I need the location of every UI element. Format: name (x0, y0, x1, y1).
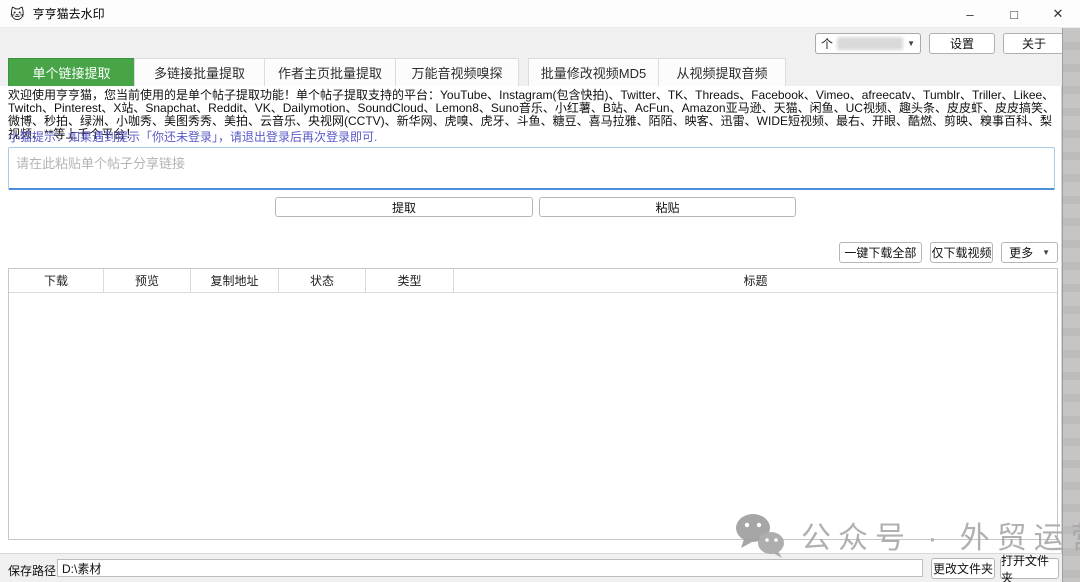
column-header-copy-address: 复制地址 (191, 269, 279, 292)
minimize-button[interactable]: – (948, 0, 992, 28)
title-bar: 🐱 亨亨猫去水印 – □ ✕ (0, 0, 1080, 28)
change-folder-button[interactable]: 更改文件夹 (931, 558, 995, 579)
window-controls: – □ ✕ (948, 0, 1080, 28)
tab-extract-audio-from-video[interactable]: 从视频提取音频 (658, 58, 786, 86)
open-folder-button[interactable]: 打开文件夹 (1000, 558, 1059, 579)
save-path-input[interactable] (57, 559, 923, 577)
extract-button[interactable]: 提取 (275, 197, 533, 217)
tab-gap (519, 58, 528, 86)
redacted-text (837, 37, 903, 50)
close-button[interactable]: ✕ (1036, 0, 1080, 28)
maximize-button[interactable]: □ (992, 0, 1036, 28)
column-header-download: 下载 (9, 269, 104, 292)
paste-button[interactable]: 粘贴 (539, 197, 796, 217)
more-dropdown-button[interactable]: 更多 ▼ (1001, 242, 1058, 263)
results-table: 下载 预览 复制地址 状态 类型 标题 (8, 268, 1058, 540)
download-video-only-button[interactable]: 仅下载视频 (930, 242, 994, 263)
tab-bar: 单个链接提取 多链接批量提取 作者主页批量提取 万能音视频嗅探 批量修改视频MD… (0, 58, 1062, 86)
account-dropdown[interactable]: 个 ▼ (815, 33, 921, 54)
cat-icon: 🐱 (10, 7, 25, 21)
tab-author-homepage-batch-extract[interactable]: 作者主页批量提取 (264, 58, 396, 86)
tab-multi-link-batch-extract[interactable]: 多链接批量提取 (134, 58, 265, 86)
settings-button[interactable]: 设置 (929, 33, 995, 54)
column-header-status: 状态 (279, 269, 366, 292)
column-header-title: 标题 (454, 269, 1057, 292)
footer-bar: 保存路径: 更改文件夹 打开文件夹 (0, 553, 1062, 582)
hint-text: 小猫提示：如果遇到提示「你还未登录」，请退出登录后再次登录即可. (8, 128, 377, 145)
download-actions-row: 一键下载全部 仅下载视频 更多 ▼ (839, 242, 1058, 263)
about-button[interactable]: 关于 (1003, 33, 1065, 54)
tab-single-link-extract[interactable]: 单个链接提取 (8, 58, 135, 86)
chevron-down-icon: ▼ (1042, 249, 1050, 257)
app-window: 🐱 亨亨猫去水印 – □ ✕ 个 ▼ 设置 关于 单个链接提取 多链接批量提取 … (0, 0, 1080, 582)
background-window-strip (1062, 28, 1080, 582)
table-header-row: 下载 预览 复制地址 状态 类型 标题 (9, 269, 1057, 293)
column-header-type: 类型 (366, 269, 454, 292)
tab-universal-media-sniffer[interactable]: 万能音视频嗅探 (395, 58, 519, 86)
link-input[interactable] (8, 147, 1055, 190)
chevron-down-icon: ▼ (907, 40, 915, 48)
save-path-label: 保存路径: (8, 562, 59, 579)
column-header-preview: 预览 (104, 269, 191, 292)
account-dropdown-text: 个 (821, 35, 833, 52)
app-title: 亨亨猫去水印 (33, 5, 105, 22)
table-body-empty (9, 293, 1057, 539)
more-label: 更多 (1009, 244, 1033, 261)
download-all-button[interactable]: 一键下载全部 (839, 242, 922, 263)
tab-batch-modify-video-md5[interactable]: 批量修改视频MD5 (528, 58, 659, 86)
